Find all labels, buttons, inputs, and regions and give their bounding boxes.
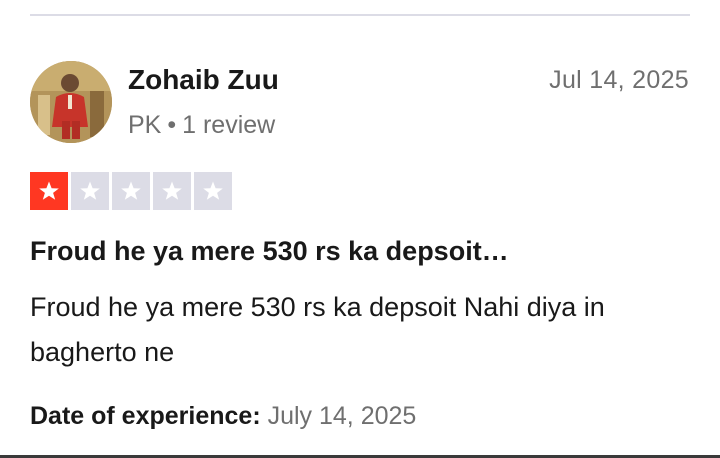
- meta-separator: •: [167, 111, 177, 139]
- experience-date: July 14, 2025: [267, 402, 417, 430]
- reviewer-review-count: 1 review: [182, 111, 276, 139]
- star-empty-icon: [153, 172, 191, 210]
- star-filled-icon: [30, 172, 68, 210]
- reviewer-name[interactable]: Zohaib Zuu: [128, 64, 279, 96]
- avatar-photo: [30, 61, 112, 143]
- reviewer-country: PK: [128, 111, 162, 139]
- star-empty-icon: [194, 172, 232, 210]
- star-empty-icon: [71, 172, 109, 210]
- star-empty-icon: [112, 172, 150, 210]
- experience-label: Date of experience:: [30, 402, 261, 430]
- top-divider: [30, 14, 690, 16]
- review-title[interactable]: Froud he ya mere 530 rs ka depsoit…: [30, 236, 509, 267]
- avatar[interactable]: [30, 61, 112, 143]
- date-of-experience: Date of experience: July 14, 2025: [30, 402, 416, 431]
- reviewer-meta: PK • 1 review: [128, 111, 275, 140]
- review-date: Jul 14, 2025: [549, 66, 689, 94]
- review-body: Froud he ya mere 530 rs ka depsoit Nahi …: [30, 292, 605, 367]
- star-rating: [30, 172, 232, 210]
